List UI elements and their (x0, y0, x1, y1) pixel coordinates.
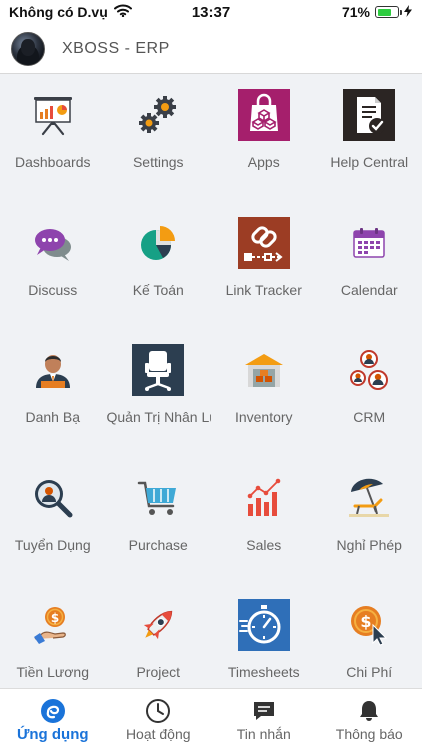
app-tile-help-central[interactable]: Help Central (317, 74, 422, 202)
app-tile-link-tracker[interactable]: Link Tracker (211, 202, 317, 330)
app-tile-calendar[interactable]: Calendar (317, 202, 422, 330)
app-label: Project (136, 664, 181, 681)
app-label: Sales (246, 536, 282, 553)
app-label: Timesheets (227, 664, 300, 681)
app-label: CRM (353, 409, 386, 426)
shopping-cart-icon (132, 472, 184, 524)
app-label: Chi Phí (346, 664, 393, 681)
app-tile-purchase[interactable]: Purchase (106, 457, 212, 585)
app-tile-inventory[interactable]: Inventory (211, 329, 317, 457)
bottom-tab-bar: Ứng dụng Hoạt động Tin nhắn Thông báo (0, 688, 422, 750)
bar-chart-trend-icon (238, 472, 290, 524)
app-label: Kế Toán (132, 281, 184, 298)
app-label: Help Central (330, 154, 409, 170)
tab-tin-nhan[interactable]: Tin nhắn (211, 689, 317, 750)
tab-label: Tin nhắn (236, 726, 291, 742)
app-tile-crm[interactable]: CRM (317, 329, 422, 457)
tab-ung-dung[interactable]: Ứng dụng (0, 689, 106, 750)
app-label: Purchase (128, 536, 188, 553)
app-tile-apps[interactable]: Apps (211, 74, 317, 202)
charging-bolt-icon (404, 4, 412, 20)
coin-cursor-icon: $ (343, 599, 395, 651)
svg-text:$: $ (361, 612, 372, 631)
apps-logo-icon (39, 697, 67, 725)
app-label: Quản Trị Nhân Lự (106, 409, 212, 426)
app-label: Inventory (234, 409, 293, 426)
carrier-text: Không có D.vụ (9, 4, 108, 20)
app-tile-sales[interactable]: Sales (211, 457, 317, 585)
app-label: Danh Bạ (25, 409, 80, 426)
app-label: Settings (132, 154, 184, 170)
clock-icon (144, 697, 172, 725)
bell-icon (355, 697, 383, 725)
app-label: Link Tracker (225, 281, 302, 298)
warehouse-icon (238, 344, 290, 396)
app-label: Discuss (28, 281, 78, 298)
office-chair-icon (132, 344, 185, 397)
app-label: Dashboards (15, 154, 91, 170)
app-label: Apps (247, 154, 280, 170)
app-title: XBOSS - ERP (62, 39, 170, 57)
tab-label: Ứng dụng (16, 726, 89, 743)
battery-level-fill (377, 8, 391, 16)
app-tile-ke-toan[interactable]: Kế Toán (106, 202, 212, 330)
status-left: Không có D.vụ (9, 4, 132, 20)
app-label: Calendar (340, 281, 398, 298)
tab-label: Hoạt động (125, 726, 191, 742)
magnifier-person-icon (27, 472, 79, 524)
wifi-icon (113, 4, 132, 20)
app-label: Tuyển Dụng (14, 536, 91, 553)
calendar-icon (343, 217, 395, 269)
app-tile-settings[interactable]: Settings (106, 74, 212, 202)
status-bar: Không có D.vụ 13:37 71% (0, 0, 422, 24)
app-tile-quan-tri-nhan-luc[interactable]: Quản Trị Nhân Lự (106, 329, 212, 457)
message-icon (250, 697, 278, 725)
app-tile-discuss[interactable]: Discuss (0, 202, 106, 330)
tab-thong-bao[interactable]: Thông báo (317, 689, 422, 750)
app-label: Tiền Lương (16, 664, 89, 681)
document-check-icon (343, 89, 396, 141)
stopwatch-icon (237, 599, 290, 652)
battery-percent: 71% (341, 4, 370, 20)
tab-label: Thông báo (335, 726, 403, 742)
app-tile-danh-ba[interactable]: Danh Bạ (0, 329, 106, 457)
svg-text:$: $ (51, 611, 59, 625)
contact-person-icon (27, 344, 79, 396)
shopping-bag-cubes-icon (237, 89, 290, 141)
gears-icon (132, 89, 184, 141)
app-header: XBOSS - ERP (0, 24, 422, 74)
app-label: Nghỉ Phép (336, 536, 402, 553)
pie-chart-icon (132, 217, 184, 269)
beach-umbrella-icon (343, 472, 395, 524)
chat-bubbles-icon (27, 217, 79, 269)
hand-coin-icon: $ (27, 599, 79, 651)
link-chain-icon (237, 216, 290, 269)
people-network-icon (343, 344, 395, 396)
app-tile-dashboards[interactable]: Dashboards (0, 74, 106, 202)
battery-icon (375, 6, 402, 18)
app-tile-tuyen-dung[interactable]: Tuyển Dụng (0, 457, 106, 585)
apps-grid: Dashboards Settings Apps Help Central Di… (0, 74, 422, 688)
tab-hoat-dong[interactable]: Hoạt động (106, 689, 212, 750)
app-tile-nghi-phep[interactable]: Nghỉ Phép (317, 457, 422, 585)
status-right: 71% (342, 4, 412, 20)
avatar[interactable] (11, 31, 45, 66)
rocket-icon (132, 599, 184, 651)
presentation-board-icon (27, 89, 79, 141)
